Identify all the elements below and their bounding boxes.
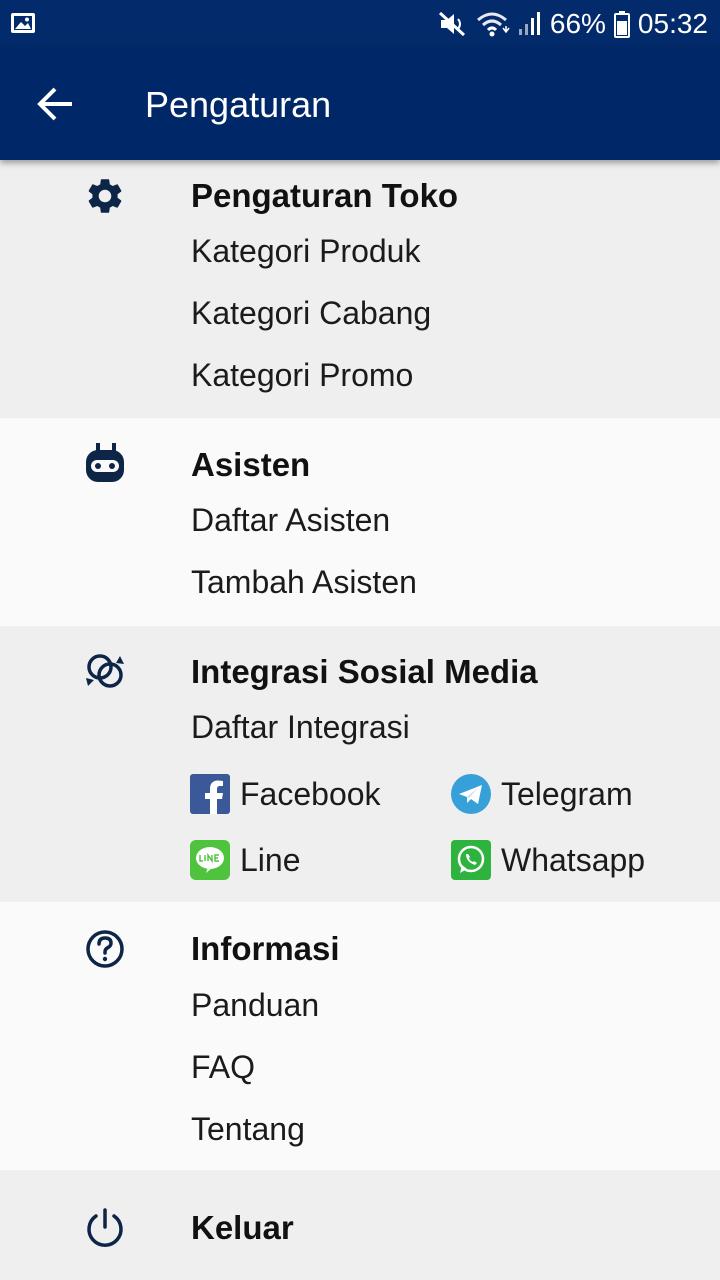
social-item-facebook[interactable]: Facebook	[190, 773, 381, 815]
battery-percentage: 66%	[549, 8, 606, 39]
section-title: Integrasi Sosial Media	[191, 653, 538, 690]
menu-item-daftar-asisten[interactable]: Daftar Asisten	[191, 502, 390, 539]
social-item-whatsapp[interactable]: Whatsapp	[451, 839, 645, 881]
wifi-icon	[476, 12, 510, 37]
social-item-line[interactable]: Line	[190, 839, 301, 881]
social-label: Whatsapp	[501, 841, 646, 878]
page-title: Pengaturan	[145, 84, 332, 125]
robot-icon	[86, 443, 124, 482]
section-integrasi-sosial-media: Integrasi Sosial Media Daftar Integrasi …	[0, 626, 720, 902]
menu-item-panduan[interactable]: Panduan	[191, 987, 319, 1024]
telegram-icon	[451, 774, 491, 814]
menu-item-kategori-produk[interactable]: Kategori Produk	[191, 233, 420, 270]
back-arrow-icon[interactable]	[36, 86, 76, 122]
social-label: Facebook	[240, 775, 381, 812]
help-circle-icon	[86, 930, 124, 968]
section-title: Asisten	[191, 446, 311, 483]
section-pengaturan-toko: Pengaturan Toko Kategori Produk Kategori…	[0, 160, 720, 418]
mute-icon	[438, 11, 465, 37]
facebook-icon	[190, 774, 230, 814]
menu-item-daftar-integrasi[interactable]: Daftar Integrasi	[191, 709, 410, 746]
gear-icon	[88, 179, 122, 213]
menu-item-tambah-asisten[interactable]: Tambah Asisten	[191, 564, 417, 601]
menu-item-kategori-cabang[interactable]: Kategori Cabang	[191, 295, 431, 332]
whatsapp-icon	[451, 840, 491, 880]
line-icon	[190, 840, 230, 880]
battery-icon	[613, 11, 630, 38]
link-sync-icon	[86, 654, 124, 688]
social-label: Line	[240, 841, 301, 878]
app-bar: Pengaturan	[0, 48, 720, 160]
section-title: Pengaturan Toko	[191, 177, 459, 214]
menu-item-kategori-promo[interactable]: Kategori Promo	[191, 357, 413, 394]
logout-label: Keluar	[191, 1209, 294, 1246]
signal-icon	[518, 12, 540, 35]
section-informasi: Informasi Panduan FAQ Tentang	[0, 902, 720, 1170]
social-item-telegram[interactable]: Telegram	[451, 773, 633, 815]
power-icon	[87, 1208, 123, 1247]
social-label: Telegram	[501, 775, 633, 812]
clock: 05:32	[637, 8, 708, 39]
section-keluar[interactable]: Keluar	[0, 1170, 720, 1280]
image-notification-icon	[11, 13, 35, 33]
menu-item-tentang[interactable]: Tentang	[191, 1111, 305, 1148]
section-asisten: Asisten Daftar Asisten Tambah Asisten	[0, 418, 720, 626]
section-title: Informasi	[191, 930, 340, 967]
menu-item-faq[interactable]: FAQ	[191, 1049, 255, 1086]
status-bar: 66% 05:32	[0, 0, 720, 48]
